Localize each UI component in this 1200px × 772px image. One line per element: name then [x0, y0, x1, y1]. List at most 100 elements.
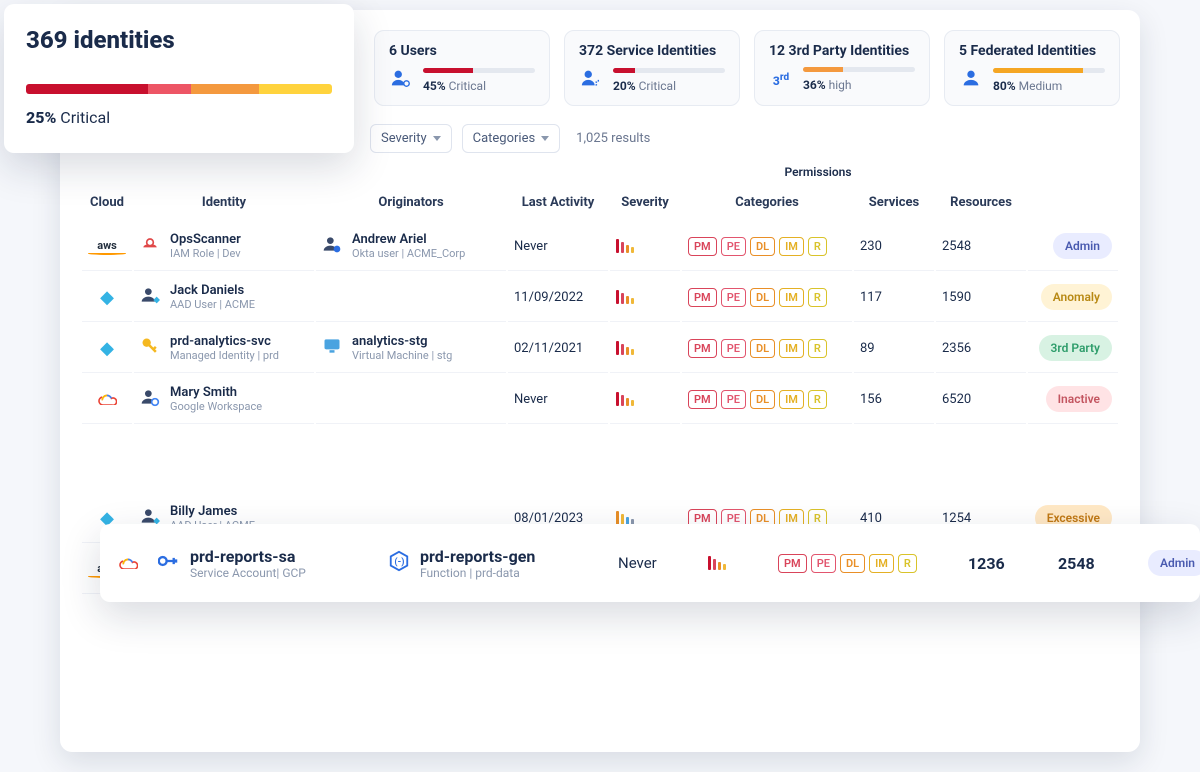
tag-badge[interactable]: Inactive: [1046, 386, 1112, 412]
table-row[interactable]: Mary SmithGoogle WorkspaceNeverPMPEDLIMR…: [82, 375, 1118, 424]
col-originators[interactable]: Originators: [316, 185, 506, 220]
tag-badge[interactable]: Anomaly: [1041, 284, 1112, 310]
category-chip-r: R: [808, 339, 827, 358]
stat-bar: [423, 68, 535, 73]
category-chip-pm: PM: [688, 237, 717, 256]
identity-sub: Service Account| GCP: [172, 460, 278, 473]
stat-card-service-identities[interactable]: 372 Service Identities 20% Critical: [564, 30, 740, 106]
tag-badge[interactable]: Admin: [1053, 446, 1112, 472]
identity-cell[interactable]: Mary SmithGoogle Workspace: [134, 375, 314, 424]
severity-bars: [616, 452, 674, 466]
category-chips: PMPEDLIMR: [688, 339, 846, 358]
col-cloud[interactable]: Cloud: [82, 185, 132, 220]
identity-name: Jack Daniels: [170, 283, 255, 298]
table-row[interactable]: ◆prd-analytics-svcManaged Identity | prd…: [82, 324, 1118, 373]
category-chip-r: R: [808, 288, 827, 307]
stat-bar: [613, 68, 725, 73]
category-chip-r: R: [808, 237, 827, 256]
category-chips: PMPEDLIMR: [688, 390, 846, 409]
category-chip-dl: DL: [750, 449, 775, 468]
tag-badge[interactable]: 3rd Party: [1039, 335, 1112, 361]
azure-icon: ◆: [100, 287, 114, 308]
col-resources[interactable]: Resources: [936, 185, 1026, 220]
category-chip-r: R: [808, 390, 827, 409]
tag-cell: Admin: [1028, 222, 1118, 271]
function-icon: (-): [322, 446, 344, 472]
col-categories[interactable]: Categories: [682, 185, 852, 220]
resources-cell: 2548: [936, 426, 1026, 492]
identity-sub: Google Workspace: [170, 400, 262, 413]
user-gear-icon: [389, 67, 413, 93]
table-row[interactable]: awsOpsScannerIAM Role | DevAndrew ArielO…: [82, 222, 1118, 271]
tag-badge[interactable]: Admin: [1148, 550, 1200, 576]
aad-user-icon: [140, 285, 160, 309]
identities-popover: 369 identities 25% Critical: [4, 4, 354, 153]
function-icon: (-): [388, 550, 410, 576]
identity-name: Billy James: [170, 504, 255, 519]
stat-pct: 45% Critical: [423, 79, 535, 93]
stat-card-users[interactable]: 6 Users 45% Critical: [374, 30, 550, 106]
resources-cell: 2548: [936, 222, 1026, 271]
identity-cell[interactable]: Jack DanielsAAD User | ACME: [134, 273, 314, 322]
filter-label: Severity: [381, 131, 427, 146]
category-chip-pe: PE: [721, 288, 746, 307]
category-chips: PMPEDLIMR: [778, 554, 948, 573]
category-chip-r: R: [898, 554, 917, 573]
category-chip-im: IM: [779, 390, 804, 409]
popover-pct: 25% Critical: [26, 108, 332, 127]
originator-cell: [316, 273, 506, 322]
identity-name: OpsScanner: [170, 232, 241, 247]
resources-cell: 2548: [1058, 554, 1128, 573]
table-row[interactable]: ◆Jack DanielsAAD User | ACME11/09/2022PM…: [82, 273, 1118, 322]
severity-bars: [616, 290, 674, 304]
col-severity[interactable]: Severity: [610, 185, 680, 220]
col-last-activity[interactable]: Last Activity: [508, 185, 608, 220]
severity-bars: [616, 392, 674, 406]
last-activity-cell: Never: [508, 222, 608, 271]
stat-card-title: 12 3rd Party Identities: [769, 43, 915, 59]
category-chip-dl: DL: [750, 339, 775, 358]
originator-cell: Andrew ArielOkta user | ACME_Corp: [316, 222, 506, 271]
chevron-down-icon: [541, 136, 549, 141]
originator-cell: analytics-stgVirtual Machine | stg: [316, 324, 506, 373]
originator-name: prd-reports-gen: [420, 547, 535, 566]
services-cell: 89: [854, 324, 934, 373]
category-chip-pm: PM: [688, 449, 717, 468]
category-chip-im: IM: [779, 339, 804, 358]
sa-icon: [140, 447, 162, 471]
categories-filter[interactable]: Categories: [462, 124, 561, 153]
tag-badge[interactable]: Admin: [1053, 233, 1112, 259]
category-chip-im: IM: [779, 449, 804, 468]
categories-cell: PMPEDLIMR: [682, 273, 852, 322]
originator-sub: Function | prd-data: [354, 460, 447, 473]
originator-sub: Function | prd-data: [420, 566, 535, 580]
identity-cell[interactable]: prd-analytics-svcManaged Identity | prd: [134, 324, 314, 373]
category-chips: PMPEDLIMR: [688, 288, 846, 307]
identity-cell[interactable]: OpsScannerIAM Role | Dev: [134, 222, 314, 271]
identity-cell[interactable]: prd-reports-saService Account| GCP: [134, 426, 314, 492]
popover-headline: 369 identities: [26, 26, 332, 54]
category-chip-pe: PE: [721, 390, 746, 409]
col-identity[interactable]: Identity: [134, 185, 314, 220]
categories-cell: PMPEDLIMR: [682, 222, 852, 271]
stat-card-third-party[interactable]: 12 3rd Party Identities 3rd 36% high: [754, 30, 930, 106]
categories-cell: PMPEDLIMR: [682, 375, 852, 424]
col-services[interactable]: Services: [854, 185, 934, 220]
cloud-cell: ◆: [82, 324, 132, 373]
cloud-cell: ◆: [82, 273, 132, 322]
gcp-icon: [118, 554, 138, 573]
services-cell: 1236: [854, 426, 934, 492]
stat-pct: 20% Critical: [613, 79, 725, 93]
identity-name: Mary Smith: [170, 385, 262, 400]
user-icon: [959, 67, 983, 93]
last-activity-cell: Never: [618, 554, 688, 572]
category-chip-im: IM: [869, 554, 894, 573]
stat-card-federated[interactable]: 5 Federated Identities 80% Medium: [944, 30, 1120, 106]
role-icon: [140, 234, 160, 258]
highlighted-row[interactable]: prd-reports-saService Account| GCP(-)prd…: [100, 524, 1200, 602]
category-chip-dl: DL: [750, 288, 775, 307]
category-chip-pm: PM: [688, 288, 717, 307]
severity-bars: [616, 511, 674, 525]
severity-filter[interactable]: Severity: [370, 124, 452, 153]
originator-icon: [322, 234, 342, 258]
